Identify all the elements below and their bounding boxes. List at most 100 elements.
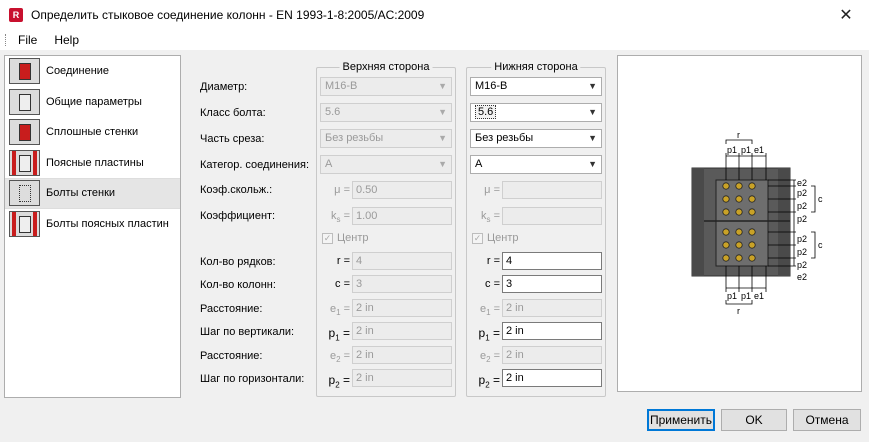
close-button[interactable]: ✕	[823, 0, 869, 30]
lower-mu-symbol: μ =	[484, 184, 500, 196]
lower-coefficient-field[interactable]	[502, 207, 602, 225]
upper-p1-symbol: p1 =	[328, 326, 350, 343]
sidebar-item-web-bolts[interactable]: Болты стенки	[5, 178, 180, 209]
lower-e1-symbol: e1 =	[479, 303, 500, 318]
web-plates-icon	[9, 119, 40, 146]
chevron-down-icon: ▼	[438, 81, 447, 91]
lower-p2-symbol: p2 =	[478, 373, 500, 390]
upper-e1-field[interactable]: 2 in	[352, 299, 452, 317]
upper-coefficient-field[interactable]: 1.00	[352, 207, 452, 225]
right-label-e2-top: e2	[797, 178, 807, 188]
upper-ks-symbol: ks =	[331, 210, 350, 225]
category-label: Категор. соединения:	[200, 159, 310, 171]
lower-shear-part-select[interactable]: Без резьбы ▼	[470, 129, 602, 148]
sidebar: Соединение Общие параметры Сплошные стен…	[4, 55, 181, 398]
rows-label: Кол-во рядков:	[200, 256, 276, 268]
checkmark-icon: ✓	[472, 232, 483, 244]
diameter-label: Диаметр:	[200, 81, 248, 93]
lower-diameter-select[interactable]: M16-B ▼	[470, 77, 602, 96]
cancel-button[interactable]: Отмена	[793, 409, 861, 431]
upper-p2-symbol: p2 =	[328, 373, 350, 390]
upper-shear-part-select[interactable]: Без резьбы ▼	[320, 129, 452, 148]
lower-category-select[interactable]: A ▼	[470, 155, 602, 174]
sidebar-item-label: Общие параметры	[46, 95, 142, 108]
chevron-down-icon: ▼	[438, 159, 447, 169]
top-r-label: r	[737, 130, 740, 140]
sidebar-item-label: Сплошные стенки	[46, 126, 139, 139]
general-parameters-icon	[9, 88, 40, 115]
right-label-e2-bottom: e2	[797, 272, 807, 282]
upper-e2-field[interactable]: 2 in	[352, 346, 452, 364]
lower-ks-symbol: ks =	[481, 210, 500, 225]
upper-p2-field[interactable]: 2 in	[352, 369, 452, 387]
right-label-p2-5: p2	[797, 247, 807, 257]
sidebar-item-flange-bolts[interactable]: Болты поясных пластин	[5, 209, 180, 240]
sidebar-item-general-parameters[interactable]: Общие параметры	[5, 87, 180, 118]
lower-e2-field[interactable]: 2 in	[502, 346, 602, 364]
ok-button[interactable]: OK	[721, 409, 787, 431]
upper-diameter-select[interactable]: M16-B ▼	[320, 77, 452, 96]
bottom-r-label: r	[737, 306, 740, 316]
lower-center-label: Центр	[487, 232, 519, 244]
vertical-step-label: Шаг по вертикали:	[200, 326, 295, 338]
upper-c-symbol: c =	[335, 278, 350, 290]
checkmark-icon: ✓	[322, 232, 333, 244]
upper-bolt-class-select[interactable]: 5.6 ▼	[320, 103, 452, 122]
sidebar-item-web-plates[interactable]: Сплошные стенки	[5, 117, 180, 148]
lower-friction-field[interactable]	[502, 181, 602, 199]
chevron-down-icon: ▼	[438, 107, 447, 117]
upper-category-select[interactable]: A ▼	[320, 155, 452, 174]
lower-bolt-class-select[interactable]: 5.6 ▼	[470, 103, 602, 122]
lower-side-title: Нижняя сторона	[491, 61, 581, 73]
upper-friction-field[interactable]: 0.50	[352, 181, 452, 199]
bolts-form: Верхняя сторона Нижняя сторона Диаметр: …	[190, 55, 610, 400]
upper-p1-field[interactable]: 2 in	[352, 322, 452, 340]
bolt-group-top	[722, 182, 756, 216]
lower-c-symbol: c =	[485, 278, 500, 290]
top-p1-label-b: p1	[741, 145, 751, 155]
right-label-p2-6: p2	[797, 260, 807, 270]
lower-center-checkbox[interactable]: ✓ Центр	[472, 232, 519, 244]
sidebar-item-label: Поясные пластины	[46, 156, 144, 169]
sidebar-item-label: Соединение	[46, 65, 110, 78]
upper-e1-symbol: e1 =	[329, 303, 350, 318]
c-label-top: c	[818, 194, 823, 204]
lower-rows-field[interactable]: 4	[502, 252, 602, 270]
coefficient-label: Коэффициент:	[200, 210, 276, 222]
menu-file[interactable]: File	[18, 33, 37, 47]
lower-p1-field[interactable]: 2 in	[502, 322, 602, 340]
sidebar-item-flange-plates[interactable]: Поясные пластины	[5, 148, 180, 179]
chevron-down-icon: ▼	[588, 159, 597, 169]
sidebar-item-connection[interactable]: Соединение	[5, 56, 180, 87]
bolt-group-bottom	[722, 228, 756, 262]
shear-part-label: Часть среза:	[200, 133, 265, 145]
chevron-down-icon: ▼	[438, 133, 447, 143]
bottom-p1-label-b: p1	[741, 291, 751, 301]
bottom-p1-label-a: p1	[727, 291, 737, 301]
distance-e2-label: Расстояние:	[200, 350, 263, 362]
chevron-down-icon: ▼	[588, 133, 597, 143]
connection-preview: r p1 p1 e1 p1 p1 e1 r e2 p2 p2 p2 p2 p2 …	[617, 55, 862, 392]
app-icon: R	[9, 8, 23, 22]
flange-plates-icon	[9, 149, 40, 176]
upper-rows-field[interactable]: 4	[352, 252, 452, 270]
upper-center-label: Центр	[337, 232, 369, 244]
lower-r-symbol: r =	[486, 255, 500, 267]
window-title: Определить стыковое соединение колонн - …	[31, 8, 425, 22]
lower-e1-field[interactable]: 2 in	[502, 299, 602, 317]
sidebar-item-label: Болты стенки	[46, 187, 116, 200]
menu-help[interactable]: Help	[54, 33, 79, 47]
apply-button[interactable]: Применить	[647, 409, 715, 431]
lower-p2-field[interactable]: 2 in	[502, 369, 602, 387]
menu-grip	[5, 34, 8, 46]
sidebar-item-label: Болты поясных пластин	[46, 217, 169, 230]
horizontal-step-label: Шаг по горизонтали:	[200, 373, 305, 385]
web-bolts-icon	[9, 180, 40, 207]
connection-icon	[9, 58, 40, 85]
upper-columns-field[interactable]: 3	[352, 275, 452, 293]
lower-columns-field[interactable]: 3	[502, 275, 602, 293]
upper-center-checkbox[interactable]: ✓ Центр	[322, 232, 369, 244]
bolt-layout-drawing: r p1 p1 e1 p1 p1 e1 r e2 p2 p2 p2 p2 p2 …	[691, 130, 823, 316]
upper-e2-symbol: e2 =	[329, 350, 350, 365]
chevron-down-icon: ▼	[588, 107, 597, 117]
